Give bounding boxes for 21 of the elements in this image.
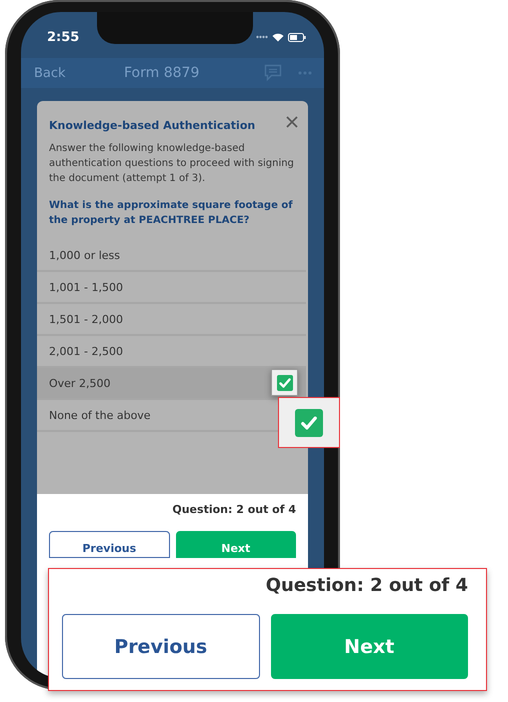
checkmark-icon (276, 374, 292, 390)
checkbox[interactable] (271, 369, 298, 396)
instructions-text: Answer the following knowledge-based authentication questions to proceed with signing the document (attempt 1 of 3). (49, 142, 295, 186)
question-text: What is the approximate square footage of the property at PEACHTREE PLACE? (49, 199, 294, 228)
dialog-title: Knowledge-based Authentication (49, 118, 256, 132)
checkbox[interactable] (295, 408, 323, 436)
answer-option[interactable]: Over 2,500 (37, 368, 306, 400)
question-counter: Question: 2 out of 4 (264, 575, 468, 596)
previous-button[interactable]: Previous (62, 614, 260, 679)
answer-option[interactable]: 1,000 or less (37, 240, 306, 272)
answer-option[interactable]: 1,001 - 1,500 (37, 272, 306, 304)
wifi-icon (272, 32, 284, 42)
close-icon[interactable] (286, 116, 298, 128)
signal-icon (256, 35, 268, 39)
chat-icon[interactable] (264, 64, 282, 82)
answer-option[interactable]: 1,501 - 2,000 (37, 304, 306, 336)
screen-title: Form 8879 (124, 65, 200, 81)
previous-button[interactable]: Previous (49, 531, 170, 558)
clock-time: 2:55 (47, 30, 80, 44)
battery-icon (288, 32, 306, 42)
question-counter: Question: 2 out of 4 (171, 503, 296, 516)
